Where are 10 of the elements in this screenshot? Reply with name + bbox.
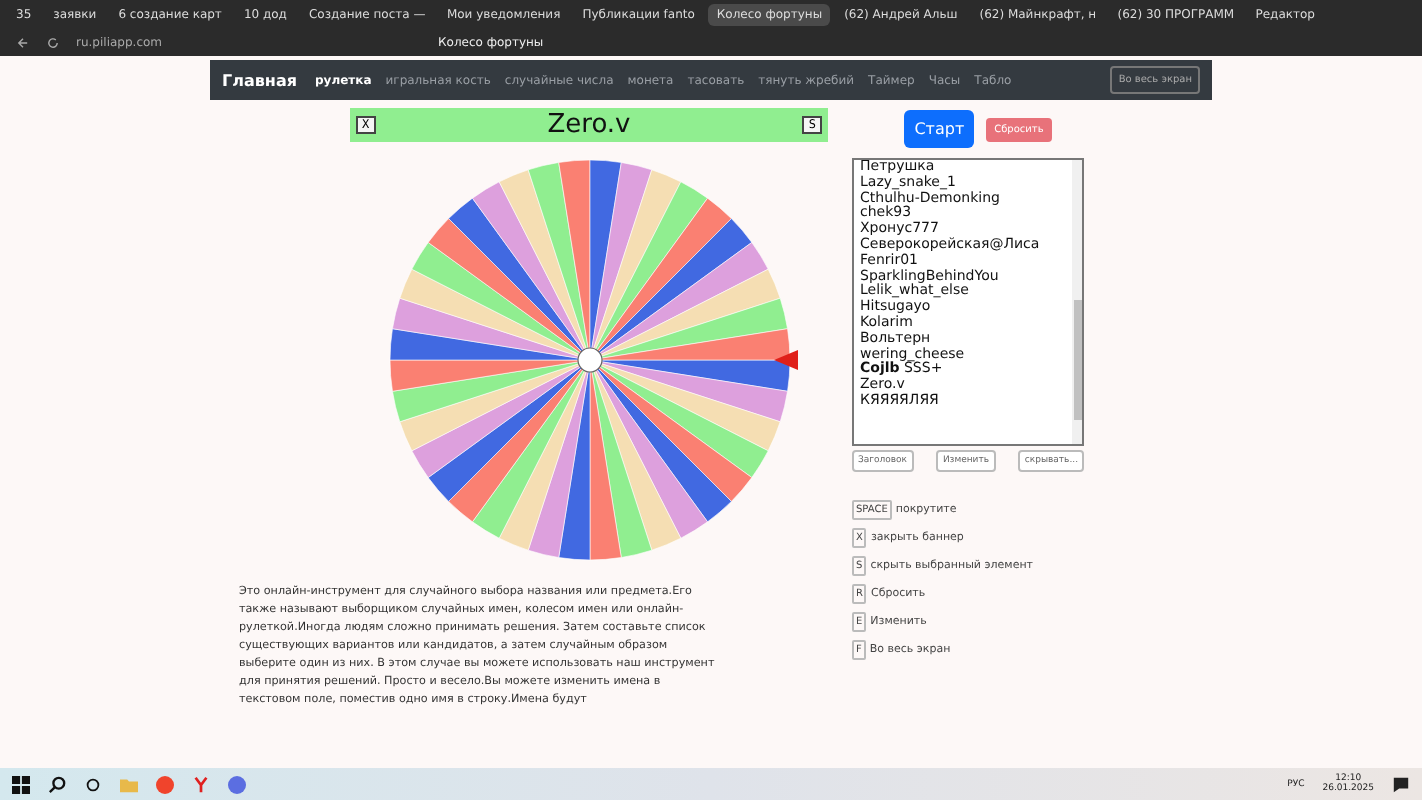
circle-icon[interactable] xyxy=(84,775,102,793)
search-icon[interactable] xyxy=(48,775,66,793)
back-icon[interactable] xyxy=(16,35,30,49)
start-button[interactable]: Старт xyxy=(904,110,975,148)
banner-title: Zero.v xyxy=(547,110,631,140)
home-link[interactable]: Главная xyxy=(222,71,297,89)
windows-icon[interactable] xyxy=(12,775,30,793)
reload-icon[interactable] xyxy=(46,35,60,49)
notification-icon[interactable] xyxy=(1392,775,1410,793)
scrollbar-thumb[interactable] xyxy=(1073,300,1081,420)
